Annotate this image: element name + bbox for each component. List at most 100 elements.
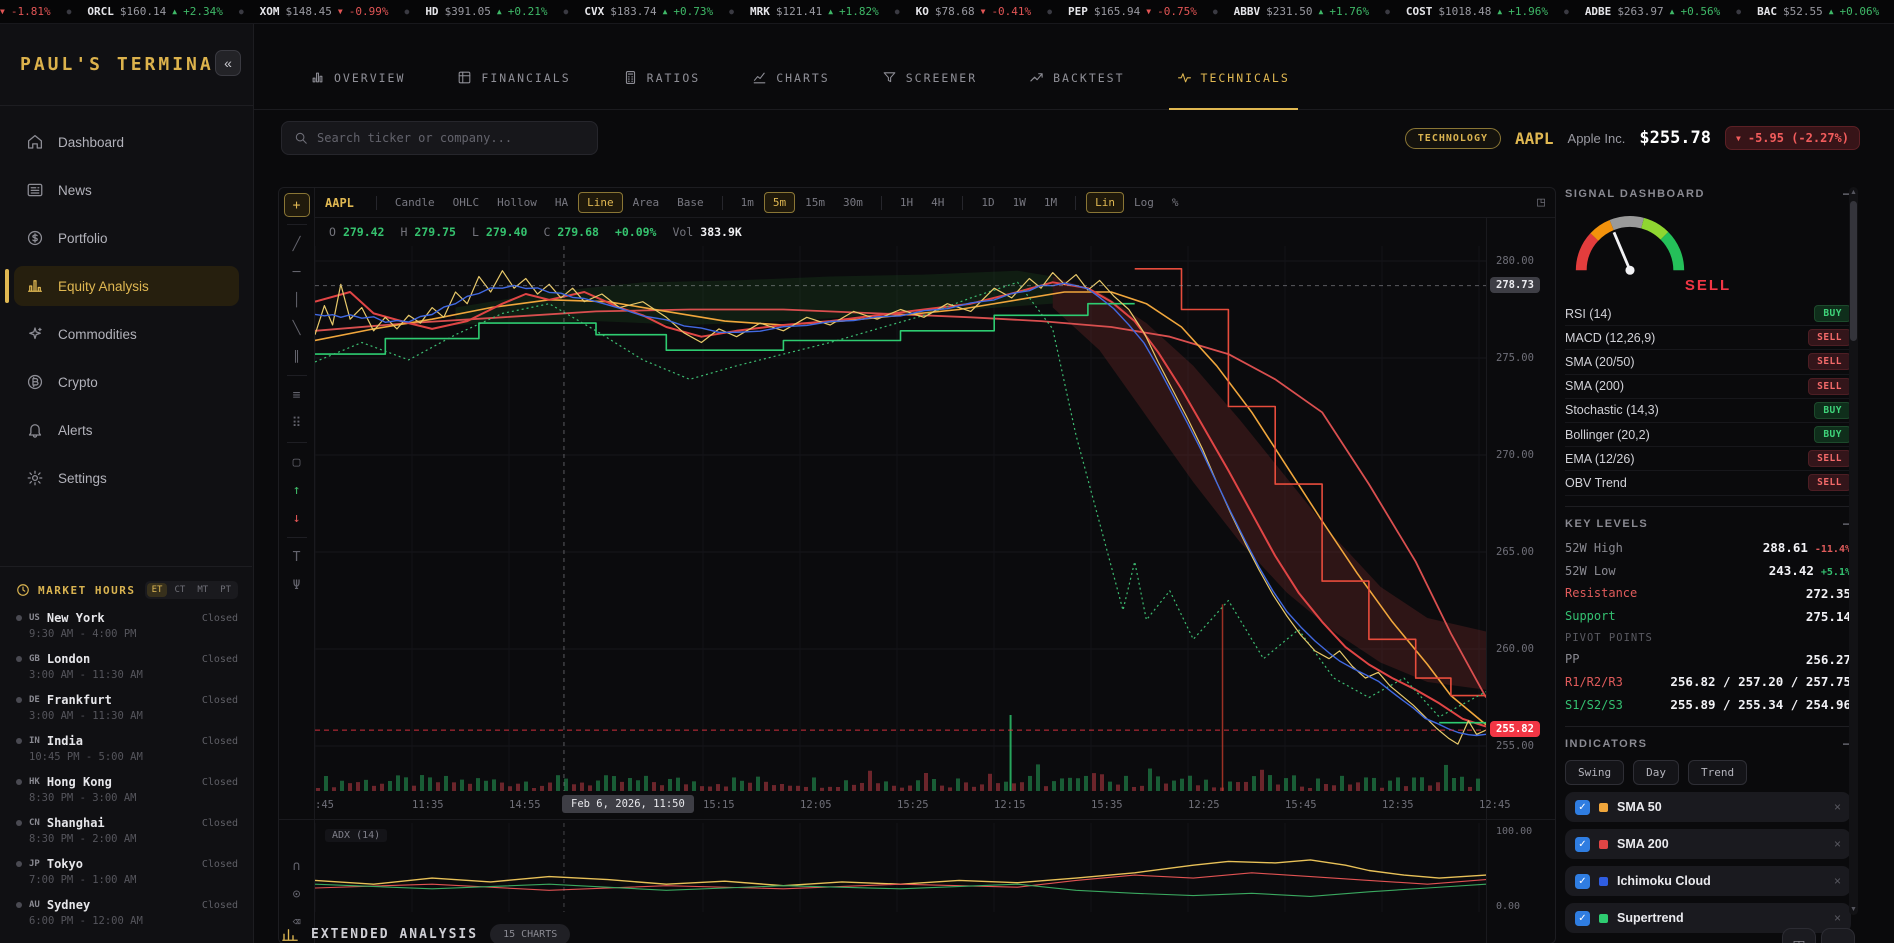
tab-backtest[interactable]: BACKTEST	[1029, 70, 1124, 109]
interval-15m[interactable]: 15m	[797, 193, 833, 212]
timezone-ct[interactable]: CT	[169, 583, 190, 597]
sidebar-item-commodities[interactable]: Commodities	[14, 314, 239, 354]
interval-1m[interactable]: 1M	[1036, 193, 1065, 212]
search-input[interactable]	[317, 131, 585, 145]
remove-indicator-icon[interactable]: ×	[1834, 800, 1841, 814]
price-axis[interactable]: 280.00275.00270.00265.00260.00255.00278.…	[1486, 218, 1556, 943]
tab-ratios[interactable]: RATIOS	[623, 70, 701, 109]
scale-lin[interactable]: Lin	[1086, 192, 1124, 213]
scale-pct[interactable]: %	[1164, 193, 1187, 212]
search-box[interactable]	[281, 121, 598, 155]
parallel-channel-tool[interactable]: ∥	[284, 344, 310, 368]
long-position-tool[interactable]: ↑	[284, 478, 310, 502]
visibility-tool[interactable]: ⊙	[284, 882, 310, 906]
time-axis-label: 12:25	[1188, 799, 1220, 811]
ticker-item[interactable]: COST$1018.48▲+1.96%	[1406, 5, 1548, 18]
horizontal-line-tool[interactable]: ─	[284, 260, 310, 284]
interval-5m[interactable]: 5m	[764, 192, 795, 213]
chart-type-line[interactable]: Line	[578, 192, 623, 213]
interval-1h[interactable]: 1H	[892, 193, 921, 212]
scroll-up-icon[interactable]: ▲	[1849, 189, 1858, 196]
ticker-item[interactable]: BAC$52.55▲+0.06%	[1757, 5, 1879, 18]
tab-label: OVERVIEW	[334, 71, 405, 85]
text-tool[interactable]: T	[284, 545, 310, 569]
sector-badge[interactable]: TECHNOLOGY	[1405, 128, 1501, 149]
ticker-item[interactable]: MRK$121.41▲+1.82%	[750, 5, 879, 18]
scale-log[interactable]: Log	[1126, 193, 1162, 212]
fib-retracement-tool[interactable]: ≡	[284, 383, 310, 407]
sidebar-collapse-button[interactable]: «	[215, 50, 241, 76]
sidebar-item-settings[interactable]: Settings	[14, 458, 239, 498]
interval-1m[interactable]: 1m	[733, 193, 762, 212]
ticker-item[interactable]: XOM$148.45▼-0.99%	[260, 5, 389, 18]
ticker-item[interactable]: ADBE$263.97▲+0.56%	[1585, 5, 1720, 18]
tab-overview[interactable]: OVERVIEW	[310, 70, 405, 109]
ticker-item[interactable]: ORCL$160.14▲+2.34%	[87, 5, 222, 18]
sidebar-item-equity-analysis[interactable]: Equity Analysis	[14, 266, 239, 306]
rectangle-tool[interactable]: ▢	[284, 450, 310, 474]
chart-type-ha[interactable]: HA	[547, 193, 576, 212]
indicator-checkbox[interactable]: ✓	[1575, 837, 1590, 852]
interval-30m[interactable]: 30m	[835, 193, 871, 212]
pitchfork-tool[interactable]: Ψ	[284, 573, 310, 597]
chart-type-area[interactable]: Area	[625, 193, 668, 212]
chart-type-hollow[interactable]: Hollow	[489, 193, 545, 212]
ticker-item[interactable]: KO$78.68▼-0.41%	[916, 5, 1032, 18]
adx-subchart[interactable]	[315, 823, 1486, 912]
preset-trend[interactable]: Trend	[1688, 760, 1747, 785]
ticker-item[interactable]: PEP$165.94▼-0.75%	[1068, 5, 1197, 18]
chart-type-candle[interactable]: Candle	[387, 193, 443, 212]
scrollbar-thumb[interactable]	[1850, 201, 1857, 341]
tab-financials[interactable]: FINANCIALS	[457, 70, 570, 109]
interval-4h[interactable]: 4H	[923, 193, 952, 212]
sidebar-item-news[interactable]: News	[14, 170, 239, 210]
tab-charts[interactable]: CHARTS	[752, 70, 830, 109]
sidebar-item-portfolio[interactable]: Portfolio	[14, 218, 239, 258]
preset-swing[interactable]: Swing	[1565, 760, 1624, 785]
chart-type-base[interactable]: Base	[669, 193, 712, 212]
expand-panel-button[interactable]: ◳	[1782, 928, 1816, 943]
key-level-row: R1/R2/R3256.82 / 257.20 / 257.75	[1565, 670, 1851, 693]
scrollbar[interactable]: ▲ ▼	[1849, 187, 1858, 915]
scroll-down-icon[interactable]: ▼	[1849, 906, 1858, 913]
ticker-item[interactable]: HD$391.05▲+0.21%	[425, 5, 547, 18]
short-position-tool[interactable]: ↓	[284, 506, 310, 530]
remove-indicator-icon[interactable]: ×	[1834, 911, 1841, 925]
timezone-mt[interactable]: MT	[192, 583, 213, 597]
remove-indicator-icon[interactable]: ×	[1834, 837, 1841, 851]
extended-analysis-header[interactable]: EXTENDED ANALYSIS 15 CHARTS	[281, 924, 570, 943]
ticker-symbol: KO	[916, 5, 929, 18]
collapse-panel-button[interactable]: ⌄	[1821, 928, 1855, 943]
indicator-checkbox[interactable]: ✓	[1575, 874, 1590, 889]
trend-line-tool[interactable]: ╱	[284, 232, 310, 256]
fullscreen-icon[interactable]: ◳	[1537, 195, 1545, 210]
ticker-item[interactable]: ▼-1.81%	[0, 5, 51, 18]
sidebar-item-alerts[interactable]: Alerts	[14, 410, 239, 450]
ticker-item[interactable]: ABBV$231.50▲+1.76%	[1234, 5, 1369, 18]
timezone-et[interactable]: ET	[147, 583, 168, 597]
price-chart[interactable]	[315, 246, 1486, 791]
time-axis-label: 15:25	[897, 799, 929, 811]
market-status: Closed	[202, 654, 238, 665]
market-status: Closed	[202, 613, 238, 624]
sidebar-item-dashboard[interactable]: Dashboard	[14, 122, 239, 162]
interval-1d[interactable]: 1D	[973, 193, 1002, 212]
tab-screener[interactable]: SCREENER	[882, 70, 977, 109]
indicator-checkbox[interactable]: ✓	[1575, 800, 1590, 815]
time-axis[interactable]: Feb 6, 2026, 11:50 :4511:3514:5515:1512:…	[315, 791, 1535, 819]
tab-technicals[interactable]: TECHNICALS	[1177, 70, 1290, 109]
preset-day[interactable]: Day	[1633, 760, 1679, 785]
crosshair-tool[interactable]: +	[284, 193, 310, 217]
magnet-tool[interactable]: ∩	[284, 854, 310, 878]
indicator-checkbox[interactable]: ✓	[1575, 911, 1590, 926]
timezone-pt[interactable]: PT	[215, 583, 236, 597]
chart-type-ohlc[interactable]: OHLC	[445, 193, 488, 212]
ray-tool[interactable]: ╲	[284, 316, 310, 340]
ticker-item[interactable]: CVX$183.74▲+0.73%	[584, 5, 713, 18]
sidebar-item-crypto[interactable]: Crypto	[14, 362, 239, 402]
ticker-change: +2.34%	[183, 5, 223, 18]
interval-1w[interactable]: 1W	[1005, 193, 1034, 212]
remove-indicator-icon[interactable]: ×	[1834, 874, 1841, 888]
grid-pattern-tool[interactable]: ⠿	[284, 411, 310, 435]
vertical-line-tool[interactable]: │	[284, 288, 310, 312]
